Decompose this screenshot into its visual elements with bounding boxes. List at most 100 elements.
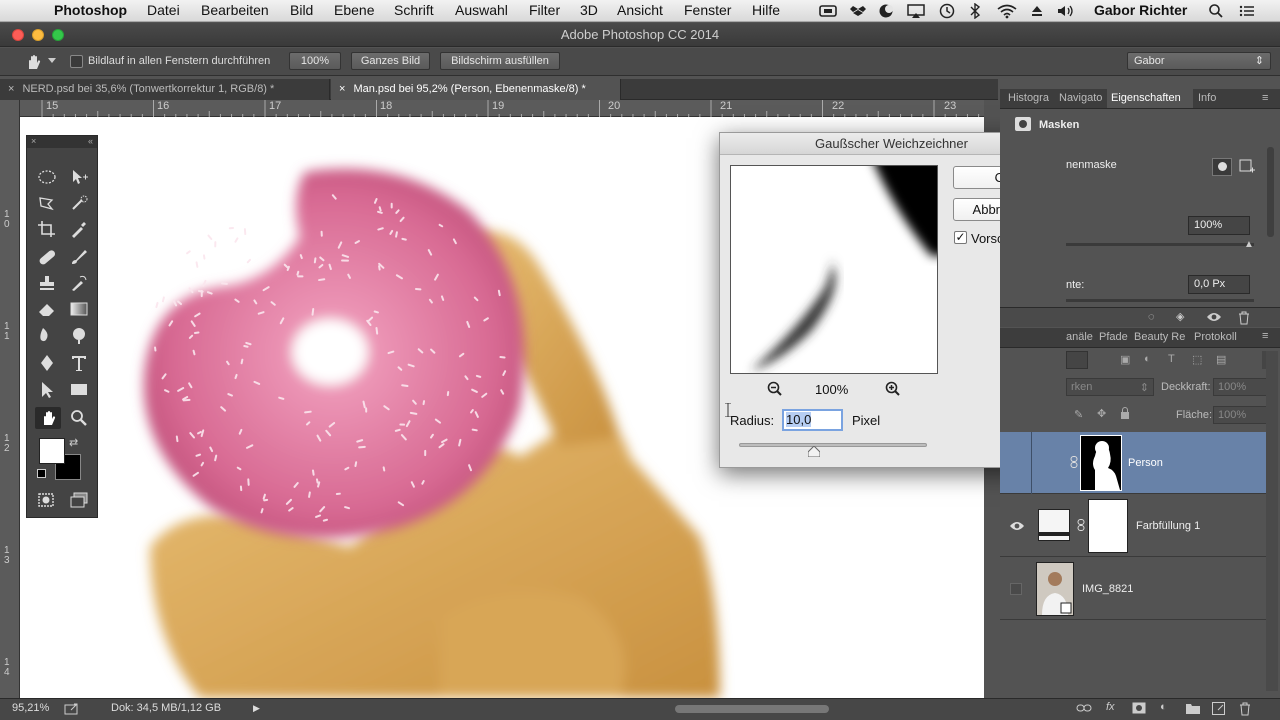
add-mask-icon[interactable]	[1132, 702, 1146, 714]
vector-mask-button[interactable]	[1238, 158, 1256, 176]
layer-style-icon[interactable]: fx	[1106, 701, 1115, 713]
default-colors-icon[interactable]	[37, 469, 46, 478]
layer-row-person[interactable]: Person	[1000, 432, 1266, 494]
lasso-tool-icon[interactable]	[37, 194, 57, 212]
zoom-in-icon[interactable]	[885, 381, 901, 397]
tab-navigator[interactable]: Navigato	[1059, 89, 1102, 108]
delete-layer-icon[interactable]	[1239, 702, 1251, 716]
zoom-readout[interactable]: 95,21%	[12, 702, 49, 714]
collapse-panel-icon[interactable]: «	[88, 136, 93, 146]
blend-mode-select[interactable]: rken ⇕	[1066, 378, 1154, 396]
fit-screen-button[interactable]: Ganzes Bild	[351, 52, 430, 70]
clone-stamp-tool-icon[interactable]	[37, 274, 57, 292]
quick-mask-icon[interactable]	[37, 492, 57, 508]
filter-shape-icon[interactable]: ⬚	[1192, 353, 1202, 366]
bluetooth-icon[interactable]	[968, 3, 982, 19]
tab-paths[interactable]: Pfade	[1099, 328, 1128, 347]
panel-menu-icon[interactable]: ≡	[1262, 92, 1268, 104]
new-group-icon[interactable]	[1186, 702, 1200, 714]
menu-ansicht[interactable]: Ansicht	[617, 2, 663, 18]
healing-brush-tool-icon[interactable]	[37, 248, 57, 266]
menu-bild[interactable]: Bild	[290, 2, 313, 18]
fill-input[interactable]: 100%	[1213, 406, 1273, 424]
delete-mask-icon[interactable]	[1238, 311, 1250, 325]
filter-adjustment-icon[interactable]: ◐	[1144, 353, 1151, 365]
menu-auswahl[interactable]: Auswahl	[455, 2, 508, 18]
tool-preset-dropdown[interactable]	[48, 58, 56, 64]
quick-selection-tool-icon[interactable]	[69, 194, 89, 212]
blur-preview[interactable]	[730, 165, 938, 374]
layer-visibility-eye-icon[interactable]	[1009, 520, 1025, 532]
swap-colors-icon[interactable]: ⇄	[69, 436, 78, 449]
spotlight-icon[interactable]	[1208, 3, 1224, 19]
wifi-icon[interactable]	[996, 3, 1018, 19]
dropbox-icon[interactable]	[849, 3, 867, 19]
lock-paint-icon[interactable]: ✎	[1074, 408, 1083, 421]
eraser-tool-icon[interactable]	[37, 300, 57, 318]
layer-visibility-toggle[interactable]	[1010, 583, 1022, 595]
foreground-color-swatch-front[interactable]	[39, 438, 65, 464]
layer-link-icon[interactable]	[1077, 519, 1085, 531]
radius-slider-track[interactable]	[739, 443, 927, 447]
layer-mask-thumbnail[interactable]	[1080, 435, 1122, 491]
scroll-all-windows-checkbox[interactable]	[70, 55, 83, 68]
status-menu-arrow-icon[interactable]: ▶	[253, 703, 260, 714]
menu-3d[interactable]: 3D	[580, 2, 598, 18]
eyedropper-tool-icon[interactable]	[69, 220, 89, 238]
layer-filter-select[interactable]	[1066, 351, 1088, 369]
feather-slider[interactable]	[1066, 299, 1254, 302]
menu-datei[interactable]: Datei	[147, 2, 180, 18]
pixel-mask-button[interactable]	[1212, 158, 1232, 176]
volume-icon[interactable]	[1056, 3, 1076, 19]
gradient-tool-icon[interactable]	[69, 300, 89, 318]
horizontal-ruler[interactable]: 15 16 17 18 19 20 21 22 23	[20, 100, 984, 117]
fill-layer-thumbnail[interactable]	[1038, 509, 1070, 541]
type-tool-icon[interactable]	[69, 354, 89, 372]
tab-properties[interactable]: Eigenschaften	[1107, 89, 1193, 108]
feather-value[interactable]: 0,0 Px	[1188, 275, 1250, 294]
minimize-window-button[interactable]	[32, 29, 44, 41]
tab-info[interactable]: Info	[1198, 89, 1216, 108]
close-tab-icon[interactable]: ×	[339, 83, 345, 95]
tools-panel-header[interactable]: × «	[27, 136, 97, 148]
zoom-tool-icon[interactable]	[69, 409, 89, 427]
preview-checkbox[interactable]: ✓	[954, 231, 967, 244]
mission-icon[interactable]	[818, 3, 838, 19]
airplay-icon[interactable]	[906, 3, 926, 19]
tab-history[interactable]: Protokoll	[1194, 328, 1237, 347]
tab-beauty-retouch[interactable]: Beauty Re	[1134, 328, 1185, 347]
notification-center-icon[interactable]	[1238, 3, 1256, 19]
apply-mask-icon[interactable]: ◈	[1176, 310, 1184, 323]
moon-icon[interactable]	[878, 3, 894, 19]
move-tool-icon[interactable]	[69, 168, 89, 186]
menu-fenster[interactable]: Fenster	[684, 2, 731, 18]
density-slider[interactable]	[1066, 243, 1254, 246]
vertical-ruler[interactable]: 1 0 1 1 1 2 1 3 1 4	[0, 100, 20, 698]
zoom-window-button[interactable]	[52, 29, 64, 41]
filter-type-icon[interactable]: T	[1168, 353, 1175, 365]
menu-photoshop[interactable]: Photoshop	[54, 2, 127, 18]
close-window-button[interactable]	[12, 29, 24, 41]
density-slider-thumb[interactable]: ▲	[1244, 239, 1254, 250]
dodge-tool-icon[interactable]	[69, 326, 89, 344]
filter-pixel-icon[interactable]: ▣	[1120, 353, 1130, 366]
layer-visibility-toggle[interactable]	[1000, 432, 1032, 494]
crop-tool-icon[interactable]	[37, 220, 57, 238]
radius-slider-thumb[interactable]	[808, 446, 821, 457]
pen-tool-icon[interactable]	[37, 354, 57, 372]
zoom-100-button[interactable]: 100%	[289, 52, 341, 70]
link-layers-icon[interactable]	[1076, 702, 1092, 714]
opacity-input[interactable]: 100%	[1213, 378, 1273, 396]
properties-scrollbar[interactable]	[1267, 147, 1274, 237]
eject-icon[interactable]	[1030, 3, 1044, 19]
lock-all-icon[interactable]	[1120, 407, 1130, 419]
menu-hilfe[interactable]: Hilfe	[752, 2, 780, 18]
layer-row-fill[interactable]: Farbfüllung 1	[1000, 495, 1266, 557]
menu-ebene[interactable]: Ebene	[334, 2, 374, 18]
screen-mode-icon[interactable]	[69, 492, 89, 508]
workspace-select[interactable]: Gabor ⇕	[1127, 52, 1271, 70]
tab-histogram[interactable]: Histogra	[1008, 89, 1049, 108]
tab-channels[interactable]: anäle	[1066, 328, 1093, 347]
tab-man[interactable]: × Man.psd bei 95,2% (Person, Ebenenmaske/…	[331, 79, 621, 100]
marquee-tool-icon[interactable]	[37, 168, 57, 186]
